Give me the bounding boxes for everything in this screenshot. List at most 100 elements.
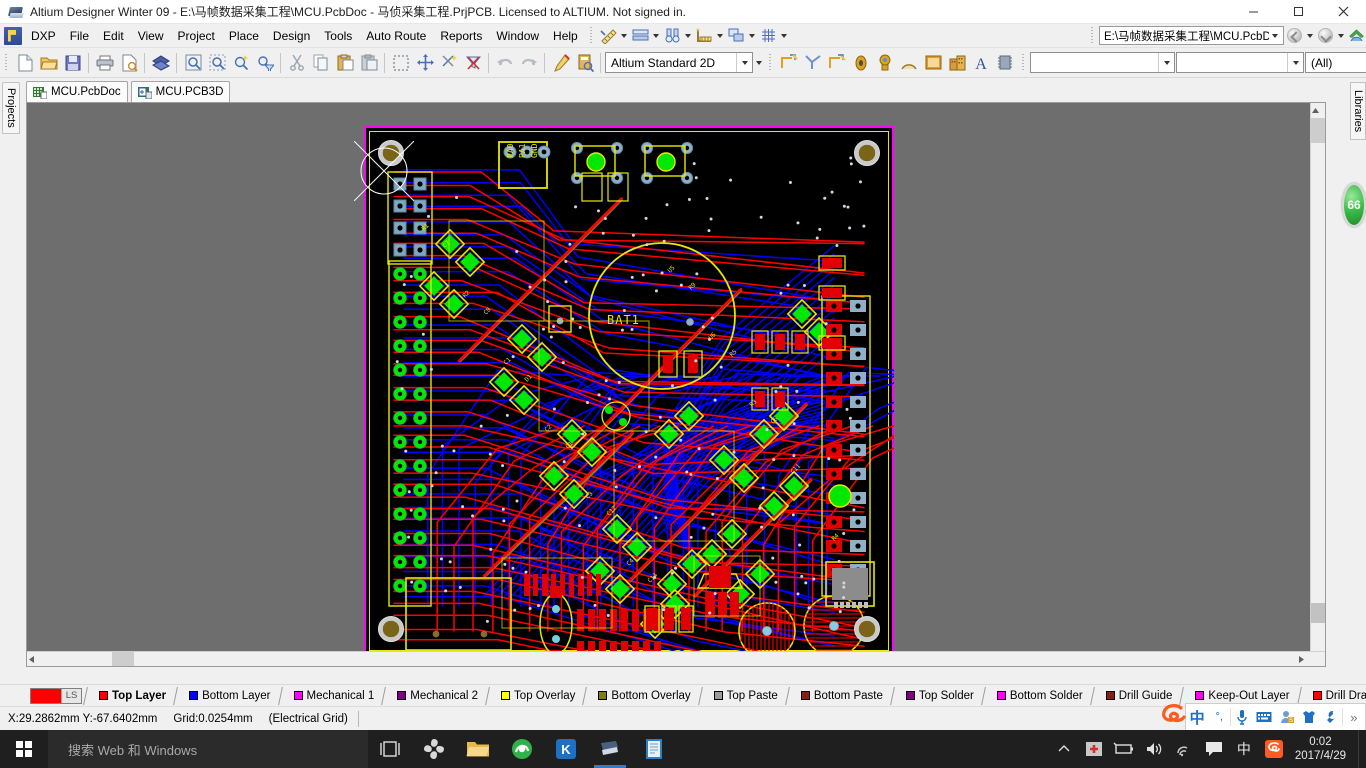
zoom-document-icon[interactable] <box>181 51 205 75</box>
altium-taskbar-icon[interactable] <box>588 730 632 768</box>
view-config-dropdown-icon[interactable] <box>736 53 752 72</box>
clear-selection-icon[interactable] <box>437 51 461 75</box>
paste-icon[interactable] <box>333 51 357 75</box>
menu-place[interactable]: Place <box>222 26 266 46</box>
place-arc-icon[interactable] <box>825 51 849 75</box>
menu-tools[interactable]: Tools <box>317 26 359 46</box>
taskbar-clock[interactable]: 0:02 2017/4/29 <box>1289 735 1358 763</box>
menu-view[interactable]: View <box>131 26 171 46</box>
network-icon[interactable] <box>1169 730 1199 768</box>
menu-reports[interactable]: Reports <box>433 26 489 46</box>
canvas-hscrollbar[interactable] <box>27 651 1325 666</box>
layer-color-swatch-box[interactable]: LS <box>30 687 82 704</box>
show-desktop-button[interactable] <box>1358 730 1366 768</box>
grid-dropdown-icon[interactable] <box>779 26 790 46</box>
doc-tab-mcu-pcb3d[interactable]: MCU.PCB3D <box>130 81 231 102</box>
wrench-icon[interactable] <box>1320 704 1342 730</box>
measure-icon[interactable] <box>598 26 619 46</box>
battery-icon[interactable] <box>1109 730 1139 768</box>
panel-tab-libraries[interactable]: Libraries <box>1350 82 1366 140</box>
close-button[interactable] <box>1321 0 1366 24</box>
back-button[interactable] <box>1284 26 1304 46</box>
layer-tab-top-overlay[interactable]: Top Overlay <box>493 685 581 706</box>
binoculars-icon[interactable] <box>662 26 683 46</box>
highlight-icon[interactable] <box>549 51 573 75</box>
binoculars-dropdown-icon[interactable] <box>683 26 694 46</box>
print-icon[interactable] <box>93 51 117 75</box>
layer-tab-mechanical-2[interactable]: Mechanical 2 <box>389 685 484 706</box>
security-icon[interactable] <box>1079 730 1109 768</box>
layer-switch-icon[interactable] <box>726 26 747 46</box>
filter-combo-1-dropdown-icon[interactable] <box>1158 53 1174 72</box>
menu-help[interactable]: Help <box>546 26 585 46</box>
filter-combo-1[interactable] <box>1030 52 1175 73</box>
notification-badge[interactable]: 66 <box>1342 183 1366 227</box>
select-area-icon[interactable] <box>389 51 413 75</box>
menu-auto-route[interactable]: Auto Route <box>359 26 433 46</box>
paste-special-icon[interactable] <box>357 51 381 75</box>
copy-icon[interactable] <box>309 51 333 75</box>
layers-stack-icon[interactable] <box>630 26 651 46</box>
place-track-icon[interactable] <box>801 51 825 75</box>
forward-dropdown-icon[interactable] <box>1335 26 1346 46</box>
layer-tab-bottom-layer[interactable]: Bottom Layer <box>181 685 276 706</box>
sogou-logo-icon[interactable] <box>1157 702 1191 732</box>
user-icon[interactable]: S <box>1275 704 1297 730</box>
layer-switch-dropdown-icon[interactable] <box>747 26 758 46</box>
menu-edit[interactable]: Edit <box>96 26 131 46</box>
chevron-up-icon[interactable] <box>1049 730 1079 768</box>
filter-combo-2-dropdown-icon[interactable] <box>1287 53 1303 72</box>
menu-window[interactable]: Window <box>489 26 546 46</box>
doc-tab-mcu-pcbdoc[interactable]: MCU.PcbDoc <box>26 81 128 102</box>
panel-tab-projects[interactable]: Projects <box>2 82 20 134</box>
clear-filter-icon[interactable] <box>461 51 485 75</box>
address-dropdown-icon[interactable] <box>1269 34 1281 38</box>
menu-file[interactable]: File <box>63 26 96 46</box>
address-bar[interactable]: E:\马帧数据采集工程\MCU.PcbDo <box>1099 26 1284 45</box>
layer-ls-toggle[interactable]: LS <box>61 688 81 703</box>
layer-tab-mechanical-1[interactable]: Mechanical 1 <box>286 685 381 706</box>
layer-tab-bottom-solder[interactable]: Bottom Solder <box>989 685 1089 706</box>
keyboard-icon[interactable] <box>1253 704 1275 730</box>
layers-dropdown-icon[interactable] <box>651 26 662 46</box>
grid-icon[interactable] <box>758 26 779 46</box>
layers-icon[interactable] <box>149 51 173 75</box>
ruler-dropdown-icon[interactable] <box>715 26 726 46</box>
taskbar-ime-mode[interactable]: 中 <box>1229 730 1259 768</box>
view-config-extra-dropdown-icon[interactable] <box>753 53 764 73</box>
menu-dxp[interactable]: DXP <box>24 26 63 46</box>
place-line-icon[interactable] <box>777 51 801 75</box>
inspector-icon[interactable] <box>573 51 597 75</box>
cut-icon[interactable] <box>285 51 309 75</box>
canvas-vscrollbar[interactable] <box>1310 103 1325 666</box>
vscroll-thumb[interactable] <box>1311 118 1325 143</box>
view-config-combo[interactable]: Altium Standard 2D <box>605 52 753 73</box>
filter-combo-2[interactable] <box>1176 52 1304 73</box>
zoom-selected-icon[interactable] <box>229 51 253 75</box>
open-folder-icon[interactable] <box>37 51 61 75</box>
new-document-icon[interactable] <box>13 51 37 75</box>
taskbar-search-box[interactable]: 搜索 Web 和 Windows <box>48 730 368 768</box>
redo-icon[interactable] <box>517 51 541 75</box>
browser-icon[interactable] <box>500 730 544 768</box>
volume-icon[interactable] <box>1139 730 1169 768</box>
task-view-icon[interactable] <box>368 730 412 768</box>
place-polygon-icon[interactable] <box>945 51 969 75</box>
pcb-canvas[interactable]: R1 R2 C1 C2 C3 C4 U5 U6 R3 C11 R4 C7 C8 D1 Q1 C12 C14 R9 R… <box>26 102 1326 667</box>
minimize-button[interactable] <box>1231 0 1276 24</box>
back-dropdown-icon[interactable] <box>1304 26 1315 46</box>
move-icon[interactable] <box>413 51 437 75</box>
action-center-icon[interactable] <box>1199 730 1229 768</box>
place-string-icon[interactable]: A <box>969 51 993 75</box>
layer-tab-bottom-paste[interactable]: Bottom Paste <box>793 685 889 706</box>
hscroll-thumb[interactable] <box>112 652 134 666</box>
dxp-logo-icon[interactable] <box>4 26 22 45</box>
layer-tab-top-solder[interactable]: Top Solder <box>898 685 980 706</box>
place-pad-icon[interactable] <box>849 51 873 75</box>
taskbar-sogou-icon[interactable] <box>1259 730 1289 768</box>
home-icon[interactable] <box>1346 26 1366 46</box>
save-icon[interactable] <box>61 51 85 75</box>
notepad-icon[interactable] <box>632 730 676 768</box>
layer-tab-top-layer[interactable]: Top Layer <box>91 685 172 706</box>
ime-more-button[interactable]: » <box>1343 704 1365 730</box>
